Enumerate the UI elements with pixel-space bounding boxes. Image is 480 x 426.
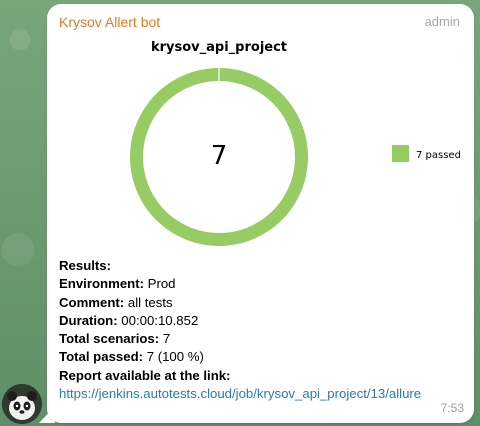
results-header: Results: bbox=[59, 258, 112, 273]
legend-label-passed: 7 passed bbox=[416, 150, 461, 161]
comment-line: Comment: all tests bbox=[59, 294, 173, 310]
message-time: 7:53 bbox=[440, 401, 464, 415]
report-link[interactable]: https://jenkins.autotests.cloud/job/krys… bbox=[59, 386, 421, 401]
panda-avatar-icon bbox=[2, 384, 42, 424]
report-link-line: https://jenkins.autotests.cloud/job/krys… bbox=[59, 385, 464, 403]
legend-swatch-passed bbox=[392, 145, 409, 162]
total-scenarios-line: Total scenarios: 7 bbox=[59, 331, 171, 347]
chart-center-total: 7 bbox=[211, 141, 228, 171]
report-label-line: Report available at the link: bbox=[59, 367, 231, 383]
environment-line: Environment: Prod bbox=[59, 276, 176, 292]
duration-line: Duration: 00:00:10.852 bbox=[59, 312, 199, 328]
bot-avatar[interactable] bbox=[2, 384, 42, 424]
results-text: Results: Environment: Prod Comment: all … bbox=[59, 257, 464, 403]
total-passed-line: Total passed: 7 (100 %) bbox=[59, 349, 204, 365]
message-bubble: Krysov Allert bot admin krysov_api_proje… bbox=[47, 4, 474, 423]
chart-title: krysov_api_project bbox=[151, 40, 287, 55]
results-donut-chart[interactable]: krysov_api_project 7 7 passed bbox=[47, 4, 474, 249]
